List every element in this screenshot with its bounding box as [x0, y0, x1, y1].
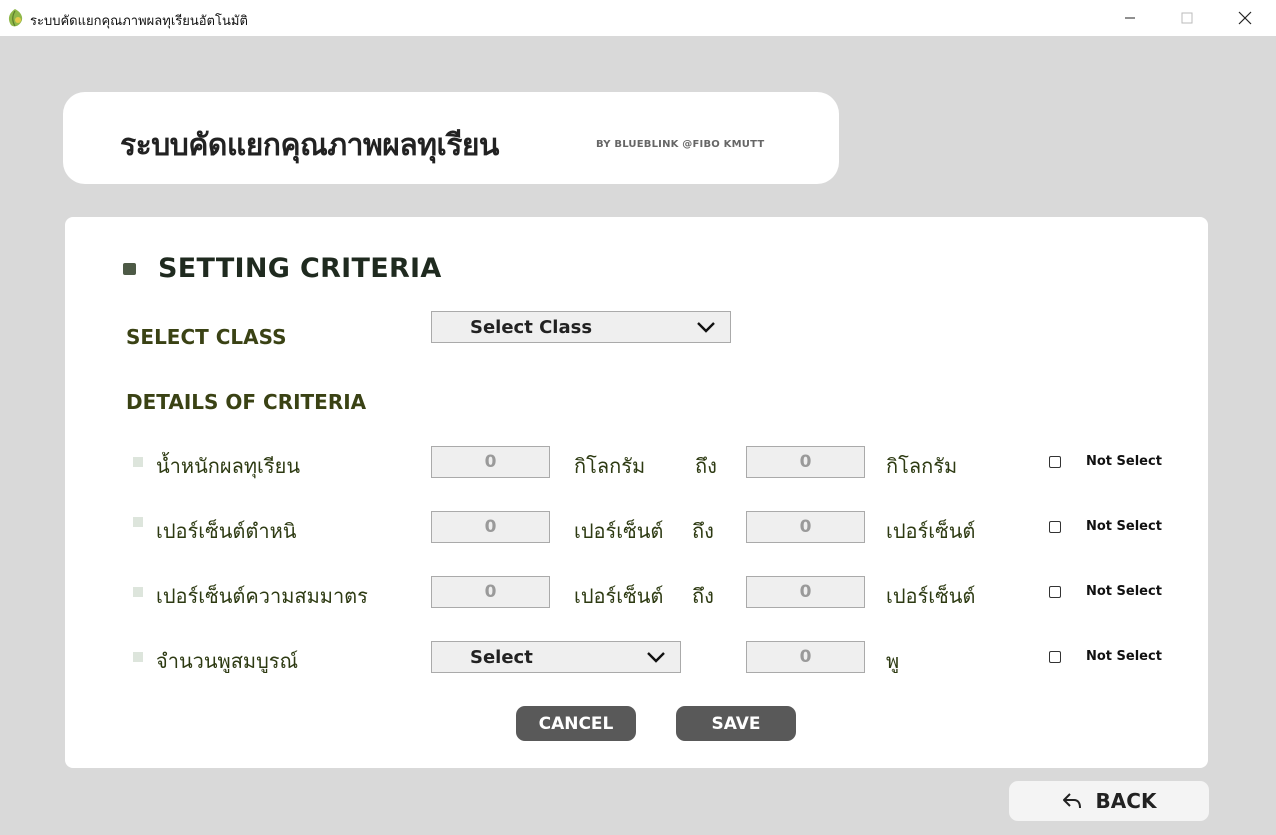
select-class-value: Select Class — [470, 317, 593, 338]
window-title: ระบบคัดแยกคุณภาพผลทุเรียนอัตโนมัติ — [30, 14, 248, 29]
defect-max-input[interactable]: 0 — [746, 511, 865, 543]
pods-unit: พู — [886, 649, 900, 673]
weight-not-select-checkbox[interactable] — [1049, 456, 1061, 468]
back-button[interactable]: BACK — [1009, 781, 1209, 821]
symmetry-not-select-label: Not Select — [1086, 584, 1162, 599]
weight-max-input[interactable]: 0 — [746, 446, 865, 478]
weight-to-label: ถึง — [695, 454, 717, 478]
weight-min-unit: กิโลกรัม — [574, 454, 646, 478]
window-titlebar: ระบบคัดแยกคุณภาพผลทุเรียนอัตโนมัติ — [0, 0, 1276, 36]
page-subtitle: BY BLUEBLINK @FIBO KMUTT — [596, 139, 765, 150]
weight-not-select-label: Not Select — [1086, 454, 1162, 469]
defect-not-select-checkbox[interactable] — [1049, 521, 1061, 533]
criteria-label-weight: น้ำหนักผลทุเรียน — [156, 454, 300, 478]
criteria-label-symmetry: เปอร์เซ็นต์ความสมมาตร — [156, 584, 368, 608]
symmetry-max-input[interactable]: 0 — [746, 576, 865, 608]
symmetry-min-unit: เปอร์เซ็นต์ — [574, 584, 664, 608]
symmetry-max-unit: เปอร์เซ็นต์ — [886, 584, 976, 608]
select-class-label: SELECT CLASS — [126, 325, 287, 349]
criteria-label-defect: เปอร์เซ็นต์ตำหนิ — [156, 519, 297, 543]
chevron-down-icon — [647, 652, 665, 663]
criteria-card: SETTING CRITERIA SELECT CLASS Select Cla… — [65, 217, 1208, 768]
reply-arrow-icon — [1062, 793, 1081, 809]
select-class-dropdown[interactable]: Select Class — [431, 311, 731, 343]
minimize-icon — [1125, 17, 1135, 19]
minimize-button[interactable] — [1107, 4, 1153, 32]
durian-leaf-icon — [8, 9, 23, 27]
pods-select-value: Select — [470, 647, 533, 668]
pods-not-select-checkbox[interactable] — [1049, 651, 1061, 663]
row-bullet-icon — [133, 517, 143, 527]
back-button-label: BACK — [1095, 789, 1157, 813]
pods-not-select-label: Not Select — [1086, 649, 1162, 664]
defect-min-input[interactable]: 0 — [431, 511, 550, 543]
criteria-label-pods: จำนวนพูสมบูรณ์ — [156, 649, 299, 673]
close-button[interactable] — [1222, 4, 1268, 32]
section-title: SETTING CRITERIA — [158, 253, 442, 284]
symmetry-min-input[interactable]: 0 — [431, 576, 550, 608]
defect-min-unit: เปอร์เซ็นต์ — [574, 519, 664, 543]
weight-max-unit: กิโลกรัม — [886, 454, 958, 478]
maximize-icon — [1181, 12, 1193, 24]
defect-to-label: ถึง — [692, 519, 714, 543]
symmetry-to-label: ถึง — [692, 584, 714, 608]
section-bullet-icon — [123, 263, 136, 275]
weight-min-input[interactable]: 0 — [431, 446, 550, 478]
pods-select-dropdown[interactable]: Select — [431, 641, 681, 673]
pods-count-input[interactable]: 0 — [746, 641, 865, 673]
row-bullet-icon — [133, 587, 143, 597]
page-title: ระบบคัดแยกคุณภาพผลทุเรียน — [120, 128, 499, 163]
close-icon — [1238, 11, 1252, 25]
row-bullet-icon — [133, 652, 143, 662]
chevron-down-icon — [697, 322, 715, 333]
defect-max-unit: เปอร์เซ็นต์ — [886, 519, 976, 543]
save-button[interactable]: SAVE — [676, 706, 796, 741]
maximize-button[interactable] — [1164, 4, 1210, 32]
header-card: ระบบคัดแยกคุณภาพผลทุเรียน BY BLUEBLINK @… — [63, 92, 839, 184]
cancel-button[interactable]: CANCEL — [516, 706, 636, 741]
details-criteria-label: DETAILS OF CRITERIA — [126, 390, 367, 414]
defect-not-select-label: Not Select — [1086, 519, 1162, 534]
symmetry-not-select-checkbox[interactable] — [1049, 586, 1061, 598]
row-bullet-icon — [133, 457, 143, 467]
